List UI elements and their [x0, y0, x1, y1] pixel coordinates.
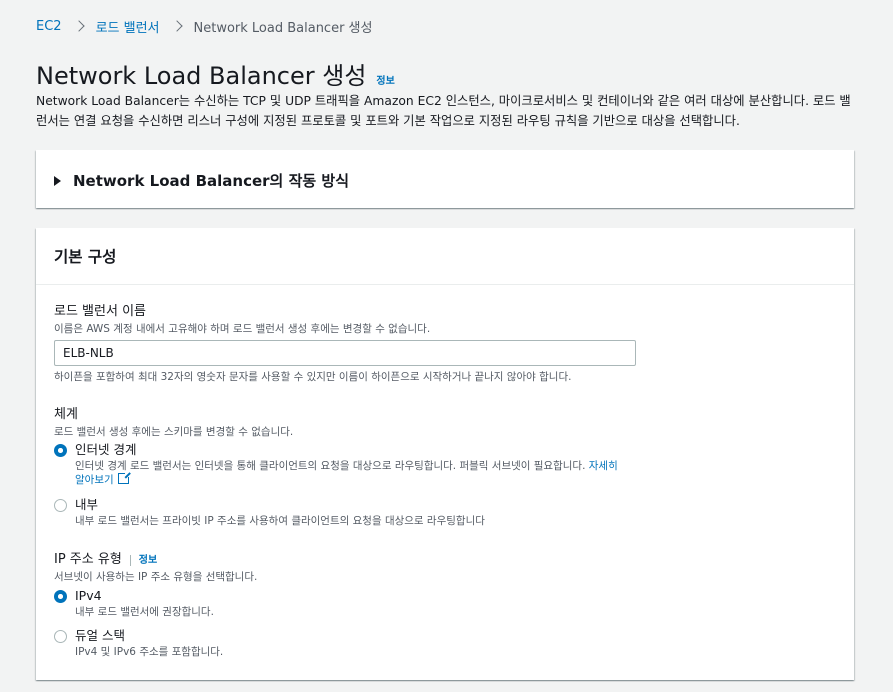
info-link[interactable]: 정보 [376, 72, 394, 87]
radio-button-selected[interactable] [54, 444, 67, 457]
option-label: IPv4 [75, 588, 102, 603]
lb-name-label-group: 로드 밸런서 이름 이름은 AWS 계정 내에서 고유해야 하며 로드 밸런서 … [54, 300, 430, 336]
scheme-label: 체계 [54, 407, 78, 422]
ip-type-label: IP 주소 유형 [54, 552, 122, 567]
radio-button[interactable] [54, 630, 67, 643]
panel-header: 기본 구성 [36, 228, 854, 285]
chevron-right-icon [173, 17, 181, 35]
basic-config-title: 기본 구성 [54, 248, 117, 266]
option-label: 듀얼 스택 [75, 628, 125, 643]
caret-right-icon [54, 175, 61, 186]
ip-type-option-dualstack[interactable]: 듀얼 스택 IPv4 및 IPv6 주소를 포함합니다. [54, 627, 627, 659]
option-label: 내부 [75, 497, 99, 512]
option-description: IPv4 및 IPv6 주소를 포함합니다. [75, 646, 224, 658]
breadcrumb: EC2 로드 밸런서 Network Load Balancer 생성 [36, 17, 373, 36]
breadcrumb-ec2[interactable]: EC2 [36, 19, 62, 34]
ip-type-label-group: IP 주소 유형 정보 서브넷이 사용하는 IP 주소 유형을 선택합니다. [54, 548, 257, 584]
option-desc-text: 인터넷 경계 로드 밸런서는 인터넷을 통해 클라이언트의 요청을 대상으로 라… [75, 460, 586, 472]
breadcrumb-current: Network Load Balancer 생성 [193, 20, 373, 36]
ip-type-option-ipv4[interactable]: IPv4 내부 로드 밸런서에 권장합니다. [54, 587, 627, 619]
option-description: 인터넷 경계 로드 밸런서는 인터넷을 통해 클라이언트의 요청을 대상으로 라… [75, 459, 627, 487]
scheme-option-internal[interactable]: 내부 내부 로드 밸런서는 프라이빗 IP 주소를 사용하여 클라이언트의 요청… [54, 496, 627, 528]
how-it-works-toggle[interactable]: Network Load Balancer의 작동 방식 [54, 170, 349, 191]
scheme-label-group: 체계 로드 밸런서 생성 후에는 스키마를 변경할 수 없습니다. [54, 403, 293, 439]
ip-type-label-row: IP 주소 유형 정보 [54, 548, 257, 567]
page-title: Network Load Balancer 생성 [36, 62, 367, 90]
external-link-icon [117, 471, 131, 484]
title-row: Network Load Balancer 생성 정보 [36, 56, 395, 91]
basic-config-panel: 기본 구성 로드 밸런서 이름 이름은 AWS 계정 내에서 고유해야 하며 로… [36, 228, 854, 680]
breadcrumb-load-balancers[interactable]: 로드 밸런서 [96, 17, 160, 36]
lb-name-input[interactable] [54, 340, 636, 366]
chevron-right-icon [75, 17, 83, 35]
ip-type-hint: 서브넷이 사용하는 IP 주소 유형을 선택합니다. [54, 571, 258, 583]
lb-name-label: 로드 밸런서 이름 [54, 304, 146, 319]
option-description: 내부 로드 밸런서는 프라이빗 IP 주소를 사용하여 클라이언트의 요청을 대… [75, 515, 485, 527]
how-it-works-title: Network Load Balancer의 작동 방식 [73, 172, 350, 190]
option-label: 인터넷 경계 [75, 442, 137, 457]
how-it-works-panel: Network Load Balancer의 작동 방식 [36, 150, 854, 208]
radio-button-selected[interactable] [54, 590, 67, 603]
page-description: Network Load Balancer는 수신하는 TCP 및 UDP 트래… [36, 94, 851, 128]
lb-name-constraint: 하이픈을 포함하여 최대 32자의 영숫자 문자를 사용할 수 있지만 이름이 … [54, 371, 572, 383]
scheme-hint: 로드 밸런서 생성 후에는 스키마를 변경할 수 없습니다. [54, 426, 294, 438]
option-description: 내부 로드 밸런서에 권장합니다. [75, 606, 214, 618]
scheme-option-internet-facing[interactable]: 인터넷 경계 인터넷 경계 로드 밸런서는 인터넷을 통해 클라이언트의 요청을… [54, 441, 627, 487]
ip-type-info-link[interactable]: 정보 [129, 555, 158, 566]
lb-name-hint: 이름은 AWS 계정 내에서 고유해야 하며 로드 밸런서 생성 후에는 변경할… [54, 323, 431, 335]
radio-button[interactable] [54, 499, 67, 512]
